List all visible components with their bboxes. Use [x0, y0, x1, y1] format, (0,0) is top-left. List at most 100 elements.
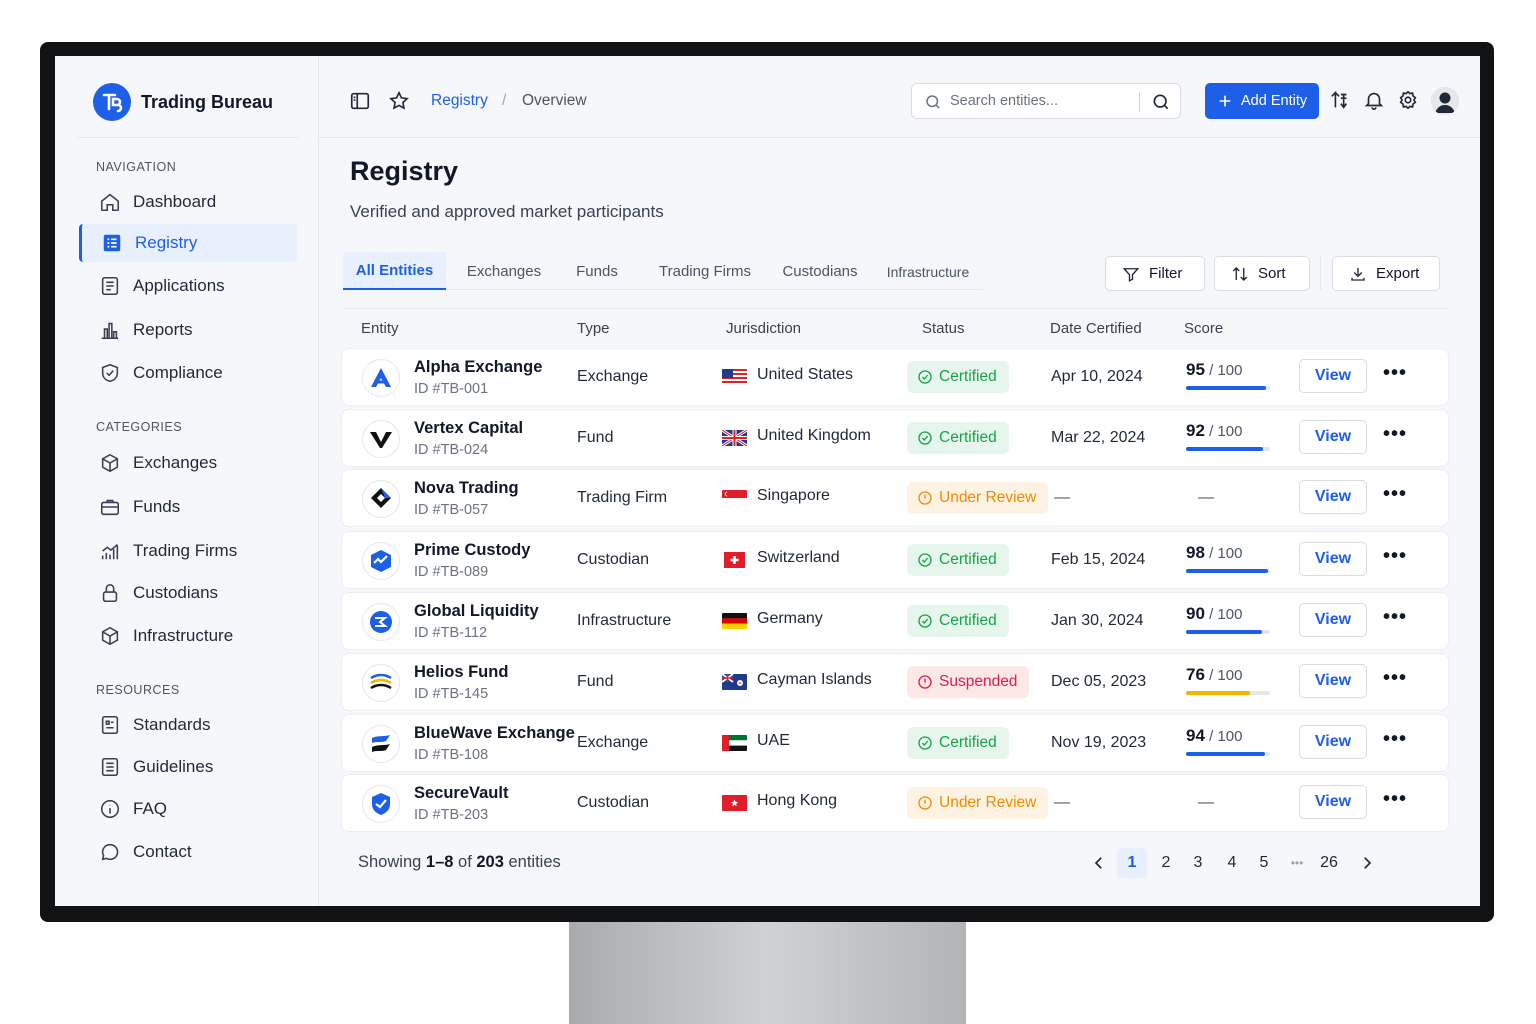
table-row[interactable]: Vertex Capital ID #TB-024 Fund United Kingd…: [341, 409, 1449, 467]
table-row[interactable]: Prime Custody ID #TB-089 Custodian Switzerl…: [341, 531, 1449, 589]
search-input[interactable]: Search entities...: [911, 83, 1181, 119]
sidebar-item-registry[interactable]: Registry: [79, 224, 297, 262]
more-options-icon[interactable]: •••: [1383, 789, 1407, 809]
sidebar-item-guidelines[interactable]: Guidelines: [79, 748, 297, 786]
sidebar-toggle-icon[interactable]: [349, 90, 371, 112]
filter-button[interactable]: Filter: [1105, 256, 1205, 291]
sidebar-item-reports[interactable]: Reports: [79, 311, 297, 349]
view-button[interactable]: View: [1299, 725, 1367, 759]
date-certified: —: [1054, 489, 1070, 506]
sidebar-item-infrastructure[interactable]: Infrastructure: [79, 617, 297, 655]
entity-name[interactable]: Nova Trading: [414, 479, 519, 498]
currency-exchange-icon[interactable]: [1329, 89, 1351, 111]
search-icon: [926, 95, 940, 109]
view-button[interactable]: View: [1299, 664, 1367, 698]
sidebar-item-funds[interactable]: Funds: [79, 488, 297, 526]
more-options-icon[interactable]: •••: [1383, 668, 1407, 688]
entity-logo-icon: [362, 420, 400, 458]
tab-funds[interactable]: Funds: [571, 252, 623, 290]
bell-icon[interactable]: [1363, 89, 1385, 111]
sort-label: Sort: [1258, 265, 1286, 282]
prev-page-chevron-icon[interactable]: [1084, 848, 1114, 878]
entity-name[interactable]: SecureVault: [414, 784, 508, 803]
date-certified: Dec 05, 2023: [1051, 673, 1147, 690]
entity-type: Exchange: [577, 734, 649, 751]
entity-name[interactable]: Prime Custody: [414, 541, 530, 560]
more-options-icon[interactable]: •••: [1383, 424, 1407, 444]
breadcrumb-root[interactable]: Registry: [431, 92, 488, 110]
entity-name[interactable]: Vertex Capital: [414, 419, 523, 438]
sort-button[interactable]: Sort: [1214, 256, 1310, 291]
category-tabs: All Entities Exchanges Funds Trading Fir…: [343, 252, 983, 290]
table-row[interactable]: BlueWave Exchange ID #TB-108 Exchange UAE Ce…: [341, 714, 1449, 772]
entity-name[interactable]: Global Liquidity: [414, 602, 539, 621]
view-button[interactable]: View: [1299, 359, 1367, 393]
view-button[interactable]: View: [1299, 420, 1367, 454]
brand[interactable]: Trading Bureau: [93, 83, 273, 121]
more-options-icon[interactable]: •••: [1383, 729, 1407, 749]
sidebar-item-contact[interactable]: Contact: [79, 833, 297, 871]
sidebar-item-compliance[interactable]: Compliance: [79, 354, 297, 392]
more-options-icon[interactable]: •••: [1383, 484, 1407, 504]
tab-infrastructure[interactable]: Infrastructure: [883, 252, 973, 290]
page-button[interactable]: 4: [1217, 848, 1247, 878]
sidebar-item-trading-firms[interactable]: Trading Firms: [79, 532, 297, 570]
more-options-icon[interactable]: •••: [1383, 363, 1407, 383]
brand-logo: [93, 83, 131, 121]
tab-all-entities[interactable]: All Entities: [343, 252, 446, 290]
column-header-type[interactable]: Type: [577, 320, 610, 337]
document-icon: [101, 276, 119, 296]
de-flag-icon: [722, 613, 747, 629]
star-icon[interactable]: [388, 90, 410, 112]
sidebar-item-custodians[interactable]: Custodians: [79, 574, 297, 612]
tab-exchanges[interactable]: Exchanges: [461, 252, 547, 290]
page-button[interactable]: 26: [1314, 848, 1344, 878]
column-header-score[interactable]: Score: [1184, 320, 1223, 337]
entity-type: Infrastructure: [577, 612, 672, 629]
page-button[interactable]: 1: [1117, 848, 1147, 878]
column-header-entity[interactable]: Entity: [361, 320, 399, 337]
export-button[interactable]: Export: [1332, 256, 1440, 291]
entity-id: ID #TB-145: [414, 686, 489, 702]
sidebar-item-standards[interactable]: Standards: [79, 706, 297, 744]
table-row[interactable]: Nova Trading ID #TB-057 Trading Firm Singap…: [341, 469, 1449, 527]
entity-name[interactable]: Helios Fund: [414, 663, 508, 682]
score-bar: [1186, 569, 1270, 573]
table-row[interactable]: SecureVault ID #TB-203 Custodian Hong Kong U…: [341, 774, 1449, 832]
page-button[interactable]: 5: [1249, 848, 1279, 878]
info-circle-icon: [100, 799, 120, 819]
table-row[interactable]: Alpha Exchange ID #TB-001 Exchange United S…: [341, 348, 1449, 406]
column-header-date-certified[interactable]: Date Certified: [1050, 320, 1142, 337]
table-row[interactable]: Helios Fund ID #TB-145 Fund Cayman Islands S…: [341, 653, 1449, 711]
entity-id: ID #TB-001: [414, 381, 489, 397]
sidebar-item-exchanges[interactable]: Exchanges: [79, 444, 297, 482]
column-header-jurisdiction[interactable]: Jurisdiction: [726, 320, 801, 337]
more-options-icon[interactable]: •••: [1383, 607, 1407, 627]
search-submit-icon[interactable]: [1151, 92, 1171, 112]
next-page-chevron-icon[interactable]: [1352, 848, 1382, 878]
entity-name[interactable]: BlueWave Exchange: [414, 724, 575, 743]
table-row[interactable]: Global Liquidity ID #TB-112 Infrastructure…: [341, 592, 1449, 650]
entity-name[interactable]: Alpha Exchange: [414, 358, 542, 377]
view-button[interactable]: View: [1299, 603, 1367, 637]
tab-trading-firms[interactable]: Trading Firms: [653, 252, 757, 290]
sidebar-item-faq[interactable]: FAQ: [79, 790, 297, 828]
score-bar-fill: [1186, 630, 1262, 634]
view-button[interactable]: View: [1299, 542, 1367, 576]
page-button[interactable]: 2: [1151, 848, 1181, 878]
export-label: Export: [1376, 265, 1420, 282]
add-entity-button[interactable]: Add Entity: [1205, 83, 1319, 119]
column-header-status[interactable]: Status: [922, 320, 965, 337]
sidebar-item-dashboard[interactable]: Dashboard: [79, 183, 297, 221]
view-button[interactable]: View: [1299, 785, 1367, 819]
avatar[interactable]: [1431, 87, 1459, 115]
sidebar-item-applications[interactable]: Applications: [79, 267, 297, 305]
status-label: Certified: [939, 612, 997, 629]
more-options-icon[interactable]: •••: [1383, 546, 1407, 566]
view-button[interactable]: View: [1299, 480, 1367, 514]
settings-gear-icon[interactable]: [1397, 89, 1419, 111]
home-icon: [100, 193, 120, 212]
page-button[interactable]: 3: [1183, 848, 1213, 878]
sidebar-item-label: Guidelines: [133, 757, 214, 776]
tab-custodians[interactable]: Custodians: [777, 252, 863, 290]
